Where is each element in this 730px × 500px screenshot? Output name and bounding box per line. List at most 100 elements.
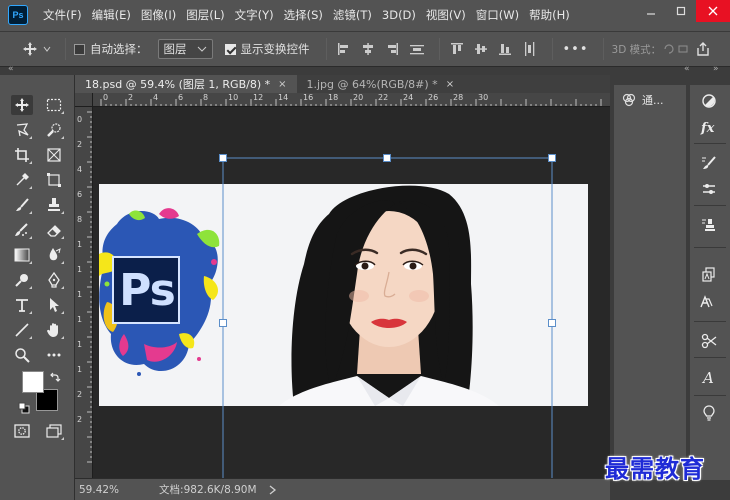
path-select-tool[interactable] (43, 295, 65, 315)
3d-mode-label: 3D 模式： (611, 43, 662, 56)
quick-select-tool[interactable] (43, 120, 65, 140)
canvas-area[interactable]: 0 2 4 6 8 10 12 14 16 18 20 22 24 26 28 … (75, 93, 610, 478)
glyphs-panel-button[interactable]: A (698, 367, 720, 387)
ruler-origin[interactable] (75, 93, 93, 107)
eraser-tool[interactable] (43, 220, 65, 240)
tab-18-psd[interactable]: 18.psd @ 59.4% (图层 1, RGB/8) * × (75, 75, 297, 93)
move-tool[interactable] (11, 95, 33, 115)
dodge-tool[interactable] (11, 270, 33, 290)
tool-flyout-indicator (29, 311, 32, 314)
lasso-tool[interactable] (11, 120, 33, 140)
auto-select-target-dropdown[interactable]: 图层 (157, 39, 213, 59)
edit-toolbar-button[interactable] (43, 345, 65, 365)
zoom-level[interactable]: 59.42% (79, 484, 119, 496)
vertical-ruler[interactable]: 0 2 4 6 8 1 1 1 1 1 1 2 2 (75, 107, 93, 478)
align-left-icon[interactable] (337, 42, 351, 56)
close-tab-icon[interactable]: × (278, 79, 286, 90)
divider (325, 38, 327, 60)
align-middle-v-icon[interactable] (474, 42, 488, 56)
ruler-label: 8 (203, 93, 209, 102)
ruler-label: 1 (77, 265, 83, 274)
close-tab-icon[interactable]: × (446, 79, 454, 90)
swap-colors-icon[interactable] (49, 371, 61, 383)
distribute-v-icon[interactable] (522, 41, 536, 57)
photoshop-logo-icon[interactable]: Ps (8, 5, 28, 25)
minimize-button[interactable] (636, 0, 666, 22)
3d-orbit-icon[interactable] (677, 43, 689, 55)
auto-select-toggle[interactable]: 自动选择： (74, 41, 148, 57)
share-icon[interactable] (695, 41, 711, 57)
close-window-button[interactable] (696, 0, 730, 22)
quick-mask-button[interactable] (11, 421, 33, 441)
document-size[interactable]: 文档:982.6K/8.90M (159, 482, 256, 497)
collapse-mid-icon[interactable]: « (684, 64, 690, 74)
horizontal-ruler[interactable]: 0 2 4 6 8 10 12 14 16 18 20 22 24 26 28 … (93, 93, 610, 107)
brush-settings-icon (702, 156, 716, 169)
menu-select[interactable]: 选择(S) (279, 7, 328, 23)
pen-icon (48, 272, 60, 288)
menu-help[interactable]: 帮助(H) (524, 7, 575, 23)
stamp-tool[interactable] (43, 195, 65, 215)
ruler-label: 16 (303, 93, 314, 102)
tool-presets-panel-button[interactable] (698, 331, 720, 351)
menu-window[interactable]: 窗口(W) (471, 7, 524, 23)
maximize-button[interactable] (666, 0, 696, 22)
zoom-tool[interactable] (11, 345, 33, 365)
styles-panel-button[interactable]: fx (698, 117, 720, 137)
collapse-left-icon[interactable]: « (8, 64, 14, 74)
align-bottom-icon[interactable] (498, 42, 512, 56)
gradient-tool[interactable] (11, 245, 33, 265)
3d-rotate-icon[interactable] (663, 43, 675, 55)
menu-layer[interactable]: 图层(L) (181, 7, 229, 23)
menu-view[interactable]: 视图(V) (421, 7, 471, 23)
distribute-h-icon[interactable] (409, 42, 425, 56)
panel-icons-column: fx A (690, 85, 730, 480)
collapse-right-icon[interactable]: » (713, 64, 719, 74)
tab-1-jpg[interactable]: 1.jpg @ 64%(RGB/8#) * × (297, 75, 465, 93)
menu-edit[interactable]: 编辑(E) (87, 7, 136, 23)
show-transform-checkbox[interactable] (224, 43, 236, 55)
menu-file[interactable]: 文件(F) (38, 7, 87, 23)
eyedropper-tool[interactable] (11, 170, 33, 190)
menu-filter[interactable]: 滤镜(T) (328, 7, 377, 23)
clone-source-panel-button[interactable] (698, 215, 720, 235)
frame-select-tool[interactable] (43, 170, 65, 190)
character-styles-panel-button[interactable] (698, 265, 720, 285)
heal-icon (15, 223, 28, 236)
show-transform-toggle[interactable]: 显示变换控件 (224, 41, 310, 57)
auto-select-checkbox[interactable] (74, 43, 85, 55)
pen-tool[interactable] (43, 270, 65, 290)
more-options-button[interactable]: ••• (563, 42, 589, 57)
menu-image[interactable]: 图像(I) (136, 7, 181, 23)
brushes-panel-button[interactable] (698, 179, 720, 199)
brush-settings-panel-button[interactable] (698, 153, 720, 173)
align-center-h-icon[interactable] (361, 42, 375, 56)
status-menu-icon[interactable] (267, 484, 277, 495)
healing-brush-tool[interactable] (11, 220, 33, 240)
portrait-photo (279, 185, 499, 406)
document-canvas[interactable]: Ps (99, 184, 588, 406)
default-colors-icon[interactable] (18, 402, 30, 414)
tool-flyout-indicator (29, 286, 32, 289)
align-top-icon[interactable] (450, 42, 464, 56)
tool-flyout-indicator (29, 186, 32, 189)
brush-tool[interactable] (11, 195, 33, 215)
foreground-color-swatch[interactable] (22, 371, 44, 393)
type-tool[interactable] (11, 295, 33, 315)
screen-mode-button[interactable] (43, 421, 65, 441)
channels-tab[interactable]: 通... (614, 89, 686, 111)
line-tool[interactable] (11, 320, 33, 340)
menu-type[interactable]: 文字(Y) (230, 7, 279, 23)
paragraph-styles-panel-button[interactable] (698, 291, 720, 311)
hand-tool[interactable] (43, 320, 65, 340)
eyedropper-icon (16, 173, 29, 186)
frame-tool[interactable] (43, 145, 65, 165)
learn-panel-button[interactable] (698, 403, 720, 423)
align-right-icon[interactable] (385, 42, 399, 56)
menu-3d[interactable]: 3D(D) (377, 8, 421, 22)
blur-tool[interactable] (43, 245, 65, 265)
adjustments-panel-button[interactable] (698, 91, 720, 111)
crop-tool[interactable] (11, 145, 33, 165)
rect-marquee-tool[interactable] (43, 95, 65, 115)
tool-preset-picker[interactable] (22, 41, 51, 57)
